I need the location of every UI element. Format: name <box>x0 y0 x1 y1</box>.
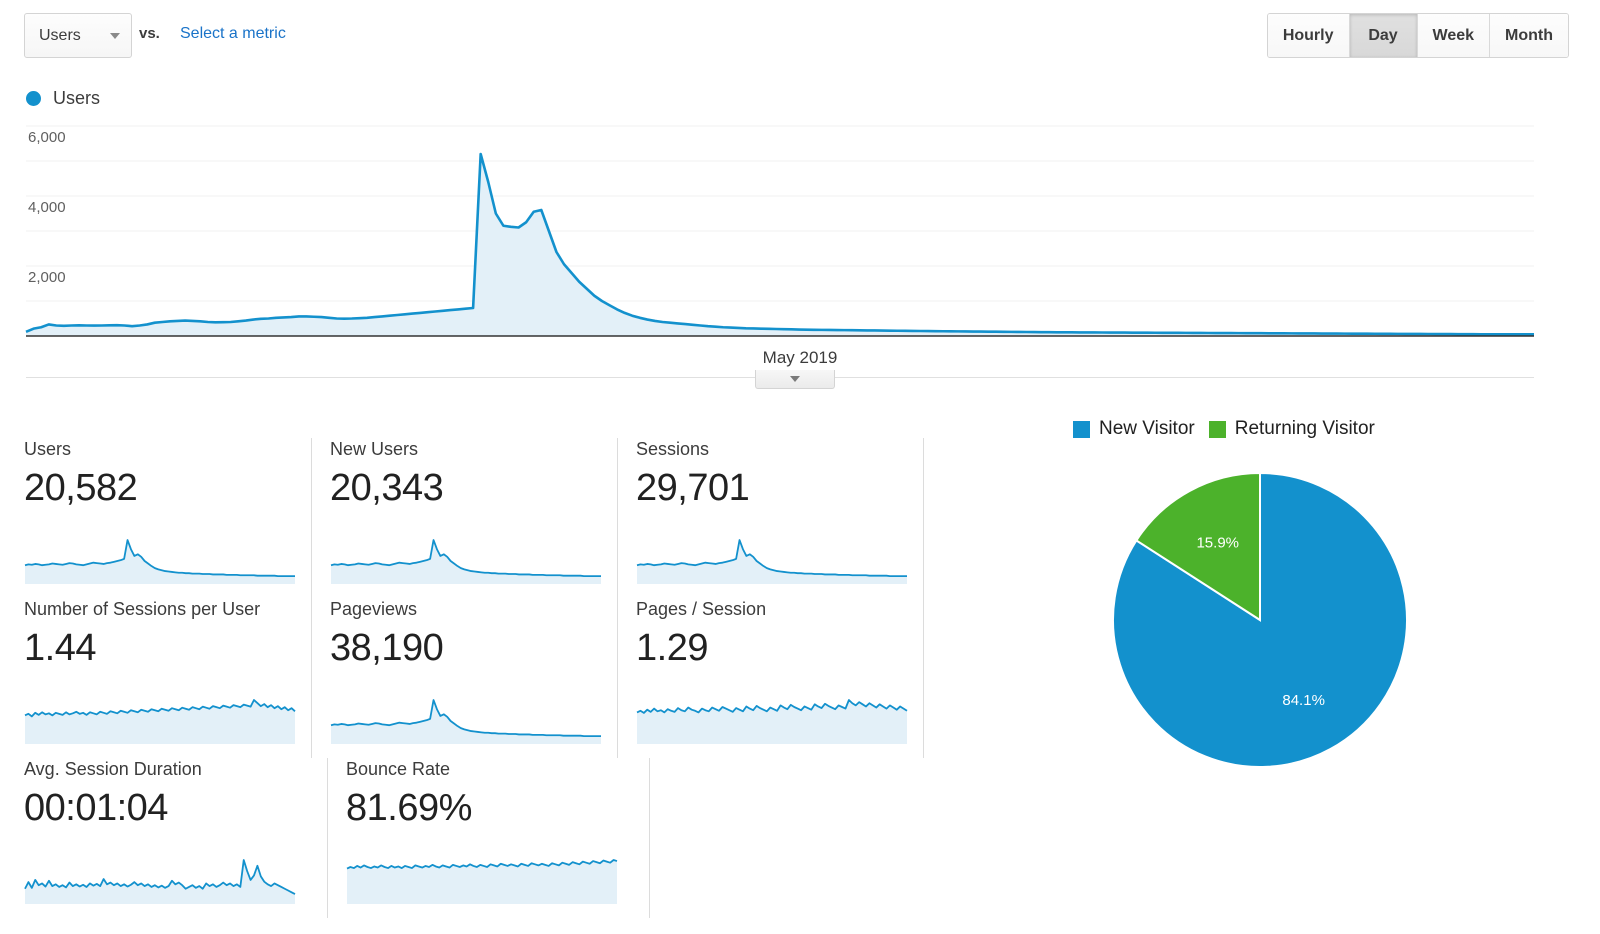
metric-card-title: Pageviews <box>330 599 418 619</box>
granularity-month-button[interactable]: Month <box>1490 14 1568 57</box>
chart-legend: Users <box>26 88 100 109</box>
metric-card-sessions[interactable]: Sessions 29,701 <box>636 438 924 598</box>
pie-legend-item-new-visitor[interactable]: New Visitor <box>1073 418 1195 440</box>
sparkline <box>636 699 908 744</box>
metric-card-title: Number of Sessions per User <box>24 599 261 619</box>
metric-card-title: Pages / Session <box>636 599 767 619</box>
metric-card-value: 00:01:04 <box>24 787 168 829</box>
pie-legend-label: Returning Visitor <box>1234 418 1375 439</box>
sparkline <box>346 859 618 904</box>
granularity-week-button[interactable]: Week <box>1417 14 1491 57</box>
chart-x-axis-label: May 2019 <box>762 348 838 367</box>
metric-card-title: Sessions <box>636 439 710 459</box>
svg-text:6,000: 6,000 <box>28 129 66 146</box>
pie-legend: New Visitor Returning Visitor <box>1073 418 1375 440</box>
metric-card-sessions-per-user[interactable]: Number of Sessions per User 1.44 <box>24 598 312 758</box>
metric-select-value: Users <box>39 26 81 44</box>
metric-card-pages-per-session[interactable]: Pages / Session 1.29 <box>636 598 924 758</box>
svg-text:4,000: 4,000 <box>28 199 66 216</box>
legend-label-users: Users <box>53 88 101 108</box>
legend-dot-users <box>26 91 41 106</box>
sparkline <box>330 699 601 744</box>
pie-label-returning-visitor: 15.9% <box>1196 535 1239 552</box>
chart-toolbar: Users vs. Select a metric Hourly Day Wee… <box>0 0 1600 70</box>
analytics-dashboard: Users vs. Select a metric Hourly Day Wee… <box>0 0 1600 934</box>
metric-card-bounce-rate[interactable]: Bounce Rate 81.69% <box>346 758 650 918</box>
metric-card-title: Avg. Session Duration <box>24 759 202 779</box>
metric-card-value: 1.44 <box>24 627 96 669</box>
metric-card-new-users[interactable]: New Users 20,343 <box>330 438 618 598</box>
metric-cards: Users 20,582 New Users 20,343 Sessions 2… <box>24 438 924 918</box>
metric-card-users[interactable]: Users 20,582 <box>24 438 312 598</box>
sparkline <box>636 539 907 584</box>
sparkline <box>330 539 601 584</box>
sparkline <box>24 539 295 584</box>
metric-card-title: Users <box>24 439 72 459</box>
sparkline <box>24 859 296 904</box>
metric-card-avg-session-duration[interactable]: Avg. Session Duration 00:01:04 <box>24 758 328 918</box>
metric-card-row: Avg. Session Duration 00:01:04 Bounce Ra… <box>24 758 924 918</box>
users-over-time-chart[interactable]: 2,000 4,000 6,000 <box>0 118 1600 348</box>
metric-card-value: 1.29 <box>636 627 708 669</box>
metric-card-value: 38,190 <box>330 627 444 669</box>
pie-label-new-visitor: 84.1% <box>1282 692 1325 709</box>
metric-card-value: 81.69% <box>346 787 472 829</box>
pie-legend-item-returning-visitor[interactable]: Returning Visitor <box>1208 418 1375 440</box>
visitor-type-pie-chart[interactable]: 84.1% 15.9% <box>1100 460 1420 785</box>
chart-collapse-button[interactable] <box>755 370 835 389</box>
pie-legend-swatch <box>1208 420 1226 438</box>
metric-card-value: 20,343 <box>330 467 444 509</box>
granularity-toggle-group: Hourly Day Week Month <box>1266 13 1569 58</box>
metric-card-row: Users 20,582 New Users 20,343 Sessions 2… <box>24 438 924 598</box>
granularity-day-button[interactable]: Day <box>1349 14 1418 57</box>
chevron-down-icon <box>790 376 800 382</box>
svg-text:2,000: 2,000 <box>28 269 66 286</box>
metric-card-value: 20,582 <box>24 467 138 509</box>
metric-card-value: 29,701 <box>636 467 750 509</box>
metric-select-dropdown[interactable]: Users <box>24 13 132 58</box>
pie-legend-label: New Visitor <box>1099 418 1195 439</box>
granularity-hourly-button[interactable]: Hourly <box>1267 14 1350 57</box>
vs-label: vs. <box>139 25 160 42</box>
metric-card-title: New Users <box>330 439 419 459</box>
pie-legend-swatch <box>1073 420 1090 438</box>
select-metric-link[interactable]: Select a metric <box>180 25 286 43</box>
metric-card-row: Number of Sessions per User 1.44 Pagevie… <box>24 598 924 758</box>
sparkline <box>24 699 296 744</box>
metric-card-title: Bounce Rate <box>346 759 451 779</box>
chevron-down-icon <box>110 32 120 39</box>
metric-card-pageviews[interactable]: Pageviews 38,190 <box>330 598 618 758</box>
